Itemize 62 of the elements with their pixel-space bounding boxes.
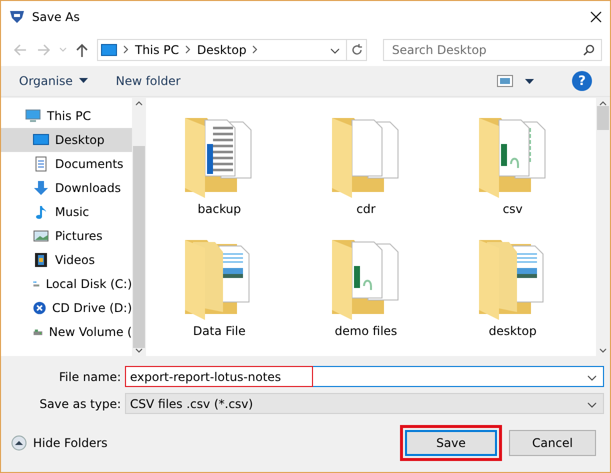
search-icon	[583, 44, 595, 56]
sidebar-item[interactable]: Videos	[1, 248, 132, 272]
chevron-icon	[252, 45, 258, 54]
scroll-thumb[interactable]	[597, 106, 609, 130]
cross-circle-icon	[33, 300, 46, 316]
search-field[interactable]: Search Desktop	[390, 42, 583, 58]
refresh-icon[interactable]	[350, 44, 362, 56]
up-circle-icon	[11, 435, 27, 451]
scroll-thumb[interactable]	[133, 146, 145, 348]
sidebar-item[interactable]: Music	[1, 200, 132, 224]
sidebar-item[interactable]: Pictures	[1, 224, 132, 248]
folder-name[interactable]: cdr	[356, 202, 376, 216]
sidebar-item[interactable]: Desktop	[1, 128, 132, 152]
chevron-icon[interactable]	[587, 402, 597, 408]
down-arrow-icon	[33, 180, 49, 196]
film-icon	[33, 252, 49, 268]
folder-name[interactable]: desktop	[488, 324, 537, 338]
chevron-icon[interactable]	[330, 48, 340, 54]
breadcrumb[interactable]: This PC	[135, 42, 179, 56]
scroll-down-icon[interactable]	[599, 348, 607, 353]
document-icon	[33, 156, 49, 172]
breadcrumb[interactable]: Desktop	[196, 42, 246, 56]
scrollbar[interactable]	[132, 98, 146, 356]
caret-icon	[78, 78, 88, 84]
picture-icon	[33, 228, 49, 244]
file-name-field[interactable]: export-report-lotus-notes	[125, 366, 604, 387]
field-label: File name:	[58, 370, 122, 384]
file-type-dropdown[interactable]: CSV files .csv (*.csv)	[125, 393, 604, 414]
chevron-icon	[184, 45, 191, 54]
sidebar-item[interactable]: CD Drive (D:)	[1, 296, 132, 320]
search-box[interactable]: Search Desktop	[383, 38, 602, 60]
scroll-up-icon[interactable]	[599, 101, 607, 106]
organise-menu[interactable]: Organise	[19, 74, 88, 88]
field-label: Save as type:	[38, 396, 122, 410]
hide-folders-button[interactable]: Hide Folders	[11, 435, 108, 451]
folder-name[interactable]: Data File	[193, 324, 246, 338]
help-button[interactable]: ?	[572, 71, 592, 91]
sidebar-item[interactable]: New Volume (	[1, 320, 132, 344]
folder-name[interactable]: csv	[502, 202, 523, 216]
scroll-up-icon[interactable]	[135, 101, 143, 106]
window-title: Save As	[32, 10, 81, 24]
shield-icon	[9, 10, 25, 24]
cancel-button[interactable]: Cancel	[509, 430, 596, 456]
sidebar-item[interactable]: Documents	[1, 152, 132, 176]
folder-name[interactable]: backup	[198, 202, 242, 216]
scroll-down-icon[interactable]	[135, 348, 143, 353]
save-button[interactable]: Save	[405, 430, 497, 456]
scrollbar[interactable]	[596, 98, 610, 356]
sidebar-item[interactable]: This PC	[1, 104, 132, 128]
folder-name[interactable]: demo files	[334, 324, 398, 338]
desktop-icon	[33, 132, 49, 148]
view-icon[interactable]	[497, 75, 513, 87]
desktop-icon	[101, 42, 117, 56]
chevron-icon	[123, 45, 129, 54]
caret-icon	[525, 79, 534, 85]
sidebar-item[interactable]: Local Disk (C:)	[1, 272, 132, 296]
close-icon[interactable]	[590, 11, 602, 23]
sidebar-item[interactable]: Downloads	[1, 176, 132, 200]
address-bar[interactable]: This PC Desktop	[97, 38, 367, 60]
monitor-icon	[25, 108, 41, 124]
new-folder-button[interactable]: New folder	[116, 74, 181, 88]
chevron-icon[interactable]	[587, 374, 597, 380]
